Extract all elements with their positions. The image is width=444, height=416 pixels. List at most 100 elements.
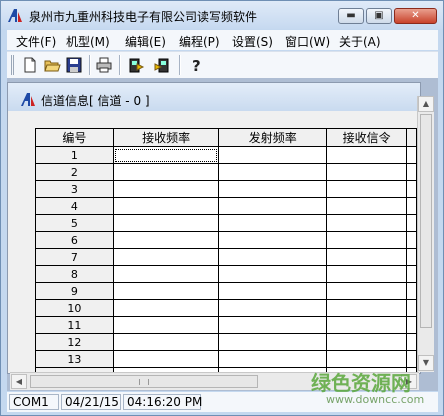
menu-edit[interactable]: 编辑(E) — [125, 33, 166, 50]
extra-cell[interactable] — [406, 265, 417, 283]
scroll-left-arrow-icon[interactable]: ◀ — [11, 374, 27, 389]
rx-frequency-cell[interactable] — [112, 180, 220, 198]
tx-frequency-cell[interactable] — [218, 146, 328, 164]
open-folder-icon[interactable] — [43, 56, 61, 74]
table-row[interactable]: 12 — [35, 333, 417, 351]
extra-cell[interactable] — [406, 197, 417, 215]
rx-signaling-cell[interactable] — [326, 316, 407, 334]
extra-cell[interactable] — [406, 282, 417, 300]
help-icon[interactable]: ? — [187, 56, 205, 74]
rx-signaling-cell[interactable] — [326, 214, 407, 232]
rx-signaling-cell[interactable] — [326, 231, 407, 249]
title-bar[interactable]: 泉州市九重州科技电子有限公司读写频软件 ▬ ▣ ✕ — [1, 1, 443, 29]
row-number[interactable]: 2 — [35, 163, 114, 181]
extra-cell[interactable] — [406, 248, 417, 266]
row-number[interactable]: 12 — [35, 333, 114, 351]
read-radio-icon[interactable] — [127, 56, 145, 74]
row-number[interactable]: 3 — [35, 180, 114, 198]
rx-frequency-cell[interactable] — [112, 265, 220, 283]
rx-frequency-cell[interactable] — [112, 146, 220, 164]
child-title-bar[interactable]: 信道信息[ 信道 - 0 ] — [8, 83, 420, 111]
table-row[interactable]: 2 — [35, 163, 417, 181]
row-number[interactable]: 1 — [35, 146, 114, 164]
channel-grid[interactable]: 编号 接收频率 发射频率 接收信令 1234567891011121314 — [35, 128, 417, 372]
tx-frequency-cell[interactable] — [218, 197, 328, 215]
rx-signaling-cell[interactable] — [326, 265, 407, 283]
table-row[interactable]: 13 — [35, 350, 417, 368]
minimize-button[interactable]: ▬ — [338, 8, 364, 24]
row-number[interactable]: 8 — [35, 265, 114, 283]
extra-cell[interactable] — [406, 231, 417, 249]
table-row[interactable]: 1 — [35, 146, 417, 164]
close-button[interactable]: ✕ — [394, 8, 437, 24]
vertical-scroll-thumb[interactable] — [420, 114, 432, 328]
rx-signaling-cell[interactable] — [326, 180, 407, 198]
rx-frequency-cell[interactable] — [112, 214, 220, 232]
row-number[interactable]: 11 — [35, 316, 114, 334]
table-row[interactable]: 5 — [35, 214, 417, 232]
rx-signaling-cell[interactable] — [326, 333, 407, 351]
rx-frequency-cell[interactable] — [112, 333, 220, 351]
column-header-number[interactable]: 编号 — [35, 128, 114, 147]
row-number[interactable]: 5 — [35, 214, 114, 232]
extra-cell[interactable] — [406, 333, 417, 351]
tx-frequency-cell[interactable] — [218, 248, 328, 266]
table-row[interactable]: 3 — [35, 180, 417, 198]
menu-file[interactable]: 文件(F) — [16, 33, 56, 50]
rx-frequency-cell[interactable] — [112, 282, 220, 300]
rx-signaling-cell[interactable] — [326, 163, 407, 181]
tx-frequency-cell[interactable] — [218, 282, 328, 300]
write-radio-icon[interactable] — [153, 56, 171, 74]
tx-frequency-cell[interactable] — [218, 299, 328, 317]
rx-frequency-cell[interactable] — [112, 231, 220, 249]
row-number[interactable]: 6 — [35, 231, 114, 249]
tx-frequency-cell[interactable] — [218, 265, 328, 283]
rx-signaling-cell[interactable] — [326, 299, 407, 317]
extra-cell[interactable] — [406, 214, 417, 232]
tx-frequency-cell[interactable] — [218, 231, 328, 249]
tx-frequency-cell[interactable] — [218, 163, 328, 181]
row-number[interactable]: 9 — [35, 282, 114, 300]
extra-cell[interactable] — [406, 180, 417, 198]
row-number[interactable]: 10 — [35, 299, 114, 317]
menu-window[interactable]: 窗口(W) — [285, 33, 330, 50]
scroll-down-arrow-icon[interactable]: ▼ — [418, 355, 434, 371]
rx-frequency-cell[interactable] — [112, 163, 220, 181]
vertical-scrollbar[interactable]: ▲ ▼ — [417, 96, 434, 372]
rx-frequency-cell[interactable] — [112, 316, 220, 334]
column-header-tx-frequency[interactable]: 发射频率 — [218, 128, 328, 147]
rx-signaling-cell[interactable] — [326, 248, 407, 266]
column-header-rx-signaling[interactable]: 接收信令 — [326, 128, 407, 147]
rx-frequency-cell[interactable] — [112, 197, 220, 215]
table-row[interactable]: 10 — [35, 299, 417, 317]
new-file-icon[interactable] — [21, 56, 39, 74]
table-row[interactable]: 9 — [35, 282, 417, 300]
rx-signaling-cell[interactable] — [326, 146, 407, 164]
extra-cell[interactable] — [406, 163, 417, 181]
extra-cell[interactable] — [406, 316, 417, 334]
table-row[interactable]: 6 — [35, 231, 417, 249]
rx-signaling-cell[interactable] — [326, 282, 407, 300]
extra-cell[interactable] — [406, 350, 417, 368]
table-row[interactable]: 8 — [35, 265, 417, 283]
rx-signaling-cell[interactable] — [326, 350, 407, 368]
rx-frequency-cell[interactable] — [112, 299, 220, 317]
menu-about[interactable]: 关于(A) — [339, 33, 381, 50]
table-row[interactable]: 11 — [35, 316, 417, 334]
extra-cell[interactable] — [406, 299, 417, 317]
row-number[interactable]: 7 — [35, 248, 114, 266]
toolbar-grip[interactable] — [11, 55, 14, 75]
row-number[interactable]: 4 — [35, 197, 114, 215]
horizontal-scroll-thumb[interactable] — [30, 375, 258, 388]
maximize-button[interactable]: ▣ — [366, 8, 392, 24]
rx-frequency-cell[interactable] — [112, 350, 220, 368]
tx-frequency-cell[interactable] — [218, 180, 328, 198]
print-icon[interactable] — [95, 56, 113, 74]
tx-frequency-cell[interactable] — [218, 316, 328, 334]
tx-frequency-cell[interactable] — [218, 350, 328, 368]
extra-cell[interactable] — [406, 146, 417, 164]
rx-frequency-cell[interactable] — [112, 248, 220, 266]
tx-frequency-cell[interactable] — [218, 333, 328, 351]
scroll-up-arrow-icon[interactable]: ▲ — [418, 96, 434, 112]
table-row[interactable]: 7 — [35, 248, 417, 266]
